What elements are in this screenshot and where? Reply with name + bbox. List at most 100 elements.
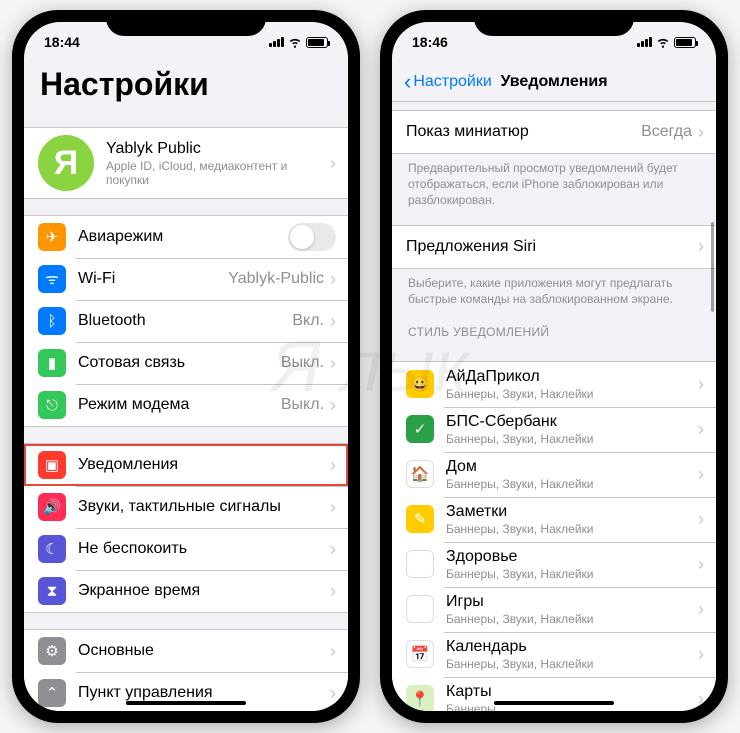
preview-row[interactable]: Показ миниатюр Всегда ›: [392, 111, 716, 153]
cellular-icon: ▮: [38, 349, 66, 377]
chevron-right-icon: ›: [698, 419, 704, 440]
app-name: АйДаПрикол: [446, 368, 698, 386]
app-name: БПС-Сбербанк: [446, 413, 698, 431]
app-row-Игры[interactable]: ✦ИгрыБаннеры, Звуки, Наклейки›: [392, 587, 716, 632]
row-label: Wi-Fi: [78, 270, 228, 288]
row-detail: Вкл.: [292, 312, 324, 330]
app-name: Игры: [446, 593, 698, 611]
siri-footer: Выберите, какие приложения могут предлаг…: [392, 269, 716, 307]
battery-icon: [674, 37, 696, 48]
page-title: Настройки: [24, 62, 348, 111]
content-left: Настройки Я Yablyk Public Apple ID, iClo…: [24, 62, 348, 711]
chevron-right-icon: ›: [330, 539, 336, 560]
app-icon: 🏠: [406, 460, 434, 488]
app-icon: 😀: [406, 370, 434, 398]
app-icon: 📅: [406, 640, 434, 668]
app-row-Календарь[interactable]: 📅КалендарьБаннеры, Звуки, Наклейки›: [392, 632, 716, 677]
app-sub: Баннеры, Звуки, Наклейки: [446, 612, 698, 626]
row-label: Сотовая связь: [78, 354, 281, 372]
row-label: Bluetooth: [78, 312, 292, 330]
app-row-Здоровье[interactable]: ♥ЗдоровьеБаннеры, Звуки, Наклейки›: [392, 542, 716, 587]
signal-icon: [269, 37, 284, 47]
settings-row-Не беспокоить[interactable]: ☾Не беспокоить›: [24, 528, 348, 570]
settings-row-Авиарежим[interactable]: ✈Авиарежим: [24, 216, 348, 258]
battery-icon: [306, 37, 328, 48]
preview-value: Всегда: [641, 123, 692, 141]
settings-row-Bluetooth[interactable]: ᛒBluetoothВкл.›: [24, 300, 348, 342]
wifi-icon: ᯤ: [38, 265, 66, 293]
profile-caption: Apple ID, iCloud, медиаконтент и покупки: [106, 159, 330, 187]
content-right[interactable]: Показ миниатюр Всегда › Предварительный …: [392, 102, 716, 711]
siri-label: Предложения Siri: [406, 238, 698, 256]
app-row-Заметки[interactable]: ✎ЗаметкиБаннеры, Звуки, Наклейки›: [392, 497, 716, 542]
app-icon: 📍: [406, 685, 434, 711]
notch: [474, 10, 634, 36]
notch: [106, 10, 266, 36]
screen-left: 18:44 Настройки Я Yablyk Public Apple ID…: [24, 22, 348, 711]
settings-row-Экранное время[interactable]: ⧗Экранное время›: [24, 570, 348, 612]
apple-id-row[interactable]: Я Yablyk Public Apple ID, iCloud, медиак…: [24, 128, 348, 198]
settings-row-Режим модема[interactable]: ⎋Режим модемаВыкл.›: [24, 384, 348, 426]
chevron-right-icon: ›: [698, 122, 704, 143]
siri-row[interactable]: Предложения Siri ›: [392, 226, 716, 268]
settings-row-Wi-Fi[interactable]: ᯤWi-FiYablyk-Public›: [24, 258, 348, 300]
chevron-right-icon: ›: [330, 395, 336, 416]
preview-label: Показ миниатюр: [406, 123, 641, 141]
settings-row-Звуки, тактильные сигналы[interactable]: 🔊 Звуки, тактильные сигналы›: [24, 486, 348, 528]
settings-row-Уведомления[interactable]: ▣Уведомления›: [24, 444, 348, 486]
chevron-right-icon: ›: [698, 599, 704, 620]
phone-left: 18:44 Настройки Я Yablyk Public Apple ID…: [12, 10, 360, 723]
app-name: Карты: [446, 683, 698, 701]
chevron-right-icon: ›: [330, 153, 336, 174]
row-label: Основные: [78, 642, 330, 660]
wifi-icon: [656, 35, 670, 49]
home-indicator[interactable]: [494, 701, 614, 705]
chevron-right-icon: ›: [330, 641, 336, 662]
home-indicator[interactable]: [126, 701, 246, 705]
row-detail: Выкл.: [281, 354, 324, 372]
app-sub: Баннеры, Звуки, Наклейки: [446, 522, 698, 536]
row-label: Авиарежим: [78, 228, 288, 246]
control-icon: ⌃: [38, 679, 66, 707]
chevron-right-icon: ›: [698, 554, 704, 575]
back-button[interactable]: ‹ Настройки: [404, 69, 492, 95]
app-row-БПС-Сбербанк[interactable]: ✓ БПС-СбербанкБаннеры, Звуки, Наклейки›: [392, 407, 716, 452]
nav-bar: ‹ Настройки Уведомления: [392, 62, 716, 102]
app-sub: Баннеры, Звуки, Наклейки: [446, 567, 698, 581]
style-header: СТИЛЬ УВЕДОМЛЕНИЙ: [392, 307, 716, 345]
chevron-right-icon: ›: [698, 374, 704, 395]
app-row-Карты[interactable]: 📍КартыБаннеры›: [392, 677, 716, 711]
app-sub: Баннеры, Звуки, Наклейки: [446, 432, 698, 446]
app-icon: ✎: [406, 505, 434, 533]
chevron-left-icon: ‹: [404, 69, 411, 95]
general-icon: ⚙: [38, 637, 66, 665]
app-icon: ♥: [406, 550, 434, 578]
chevron-right-icon: ›: [330, 683, 336, 704]
row-label: Режим модема: [78, 396, 281, 414]
row-label: Пункт управления: [78, 684, 330, 702]
toggle[interactable]: [288, 223, 336, 251]
chevron-right-icon: ›: [330, 311, 336, 332]
settings-row-Основные[interactable]: ⚙ Основные›: [24, 630, 348, 672]
nav-title: Уведомления: [500, 73, 607, 91]
status-time: 18:46: [412, 34, 448, 50]
row-label: Звуки, тактильные сигналы: [78, 498, 330, 516]
settings-row-Сотовая связь[interactable]: ▮Сотовая связьВыкл.›: [24, 342, 348, 384]
profile-avatar: Я: [38, 135, 94, 191]
sounds-icon: 🔊: [38, 493, 66, 521]
app-icon: ✓: [406, 415, 434, 443]
notification-icon: ▣: [38, 451, 66, 479]
row-label: Экранное время: [78, 582, 330, 600]
settings-row-Пункт управления[interactable]: ⌃ Пункт управления›: [24, 672, 348, 711]
hotspot-icon: ⎋: [38, 391, 66, 419]
phone-right: 18:46 ‹ Настройки Уведомления Показ мини…: [380, 10, 728, 723]
wifi-icon: [288, 35, 302, 49]
chevron-right-icon: ›: [330, 269, 336, 290]
scrollbar-thumb[interactable]: [711, 222, 714, 312]
app-name: Календарь: [446, 638, 698, 656]
chevron-right-icon: ›: [698, 236, 704, 257]
app-row-АйДаПрикол[interactable]: 😀АйДаПриколБаннеры, Звуки, Наклейки›: [392, 362, 716, 407]
chevron-right-icon: ›: [330, 497, 336, 518]
chevron-right-icon: ›: [330, 581, 336, 602]
app-row-Дом[interactable]: 🏠ДомБаннеры, Звуки, Наклейки›: [392, 452, 716, 497]
